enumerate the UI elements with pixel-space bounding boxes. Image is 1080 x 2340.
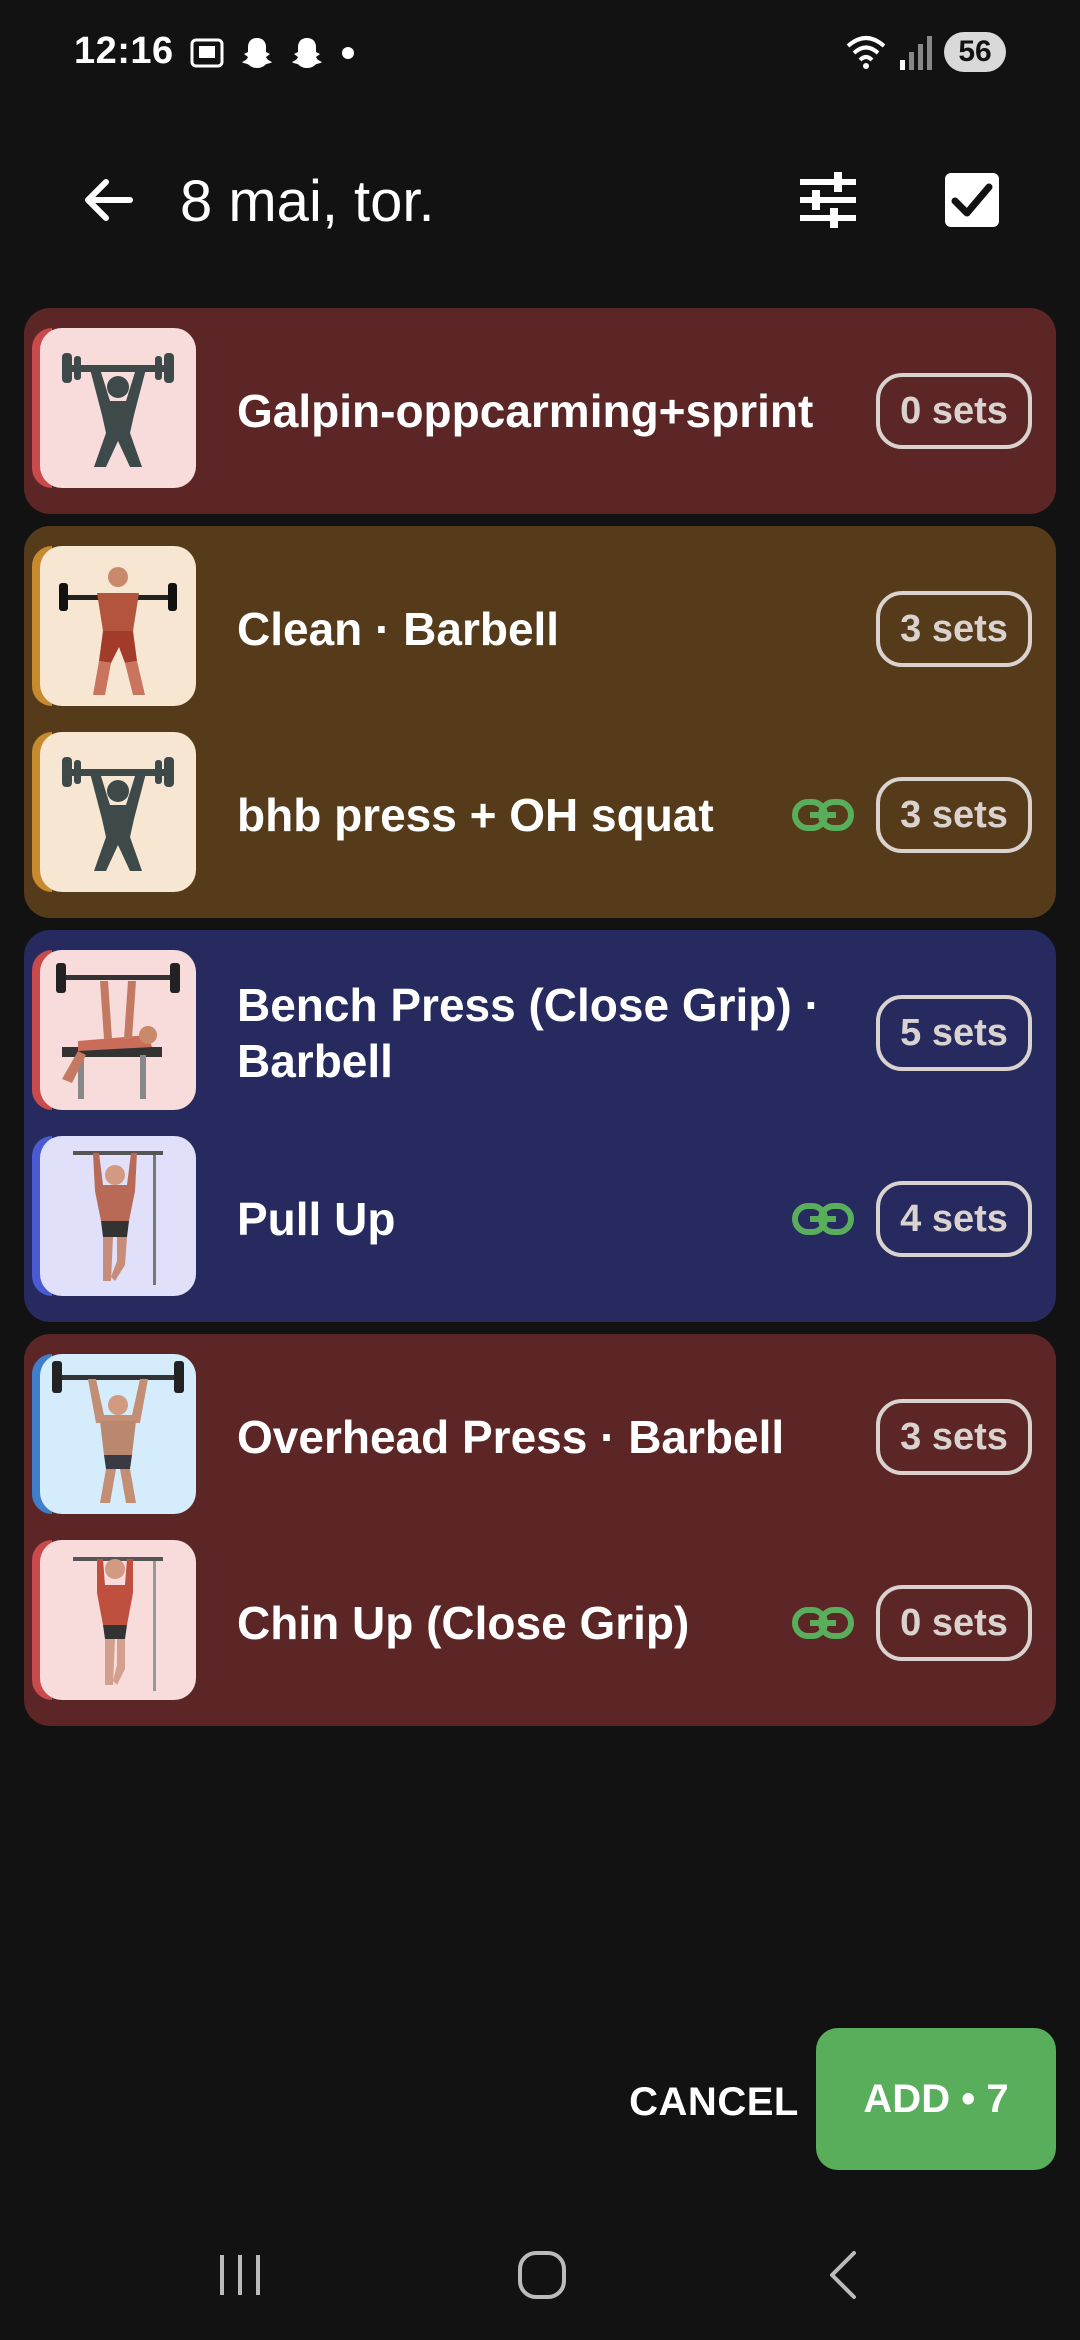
exercise-name: Chin Up (Close Grip) [237, 1597, 690, 1649]
pull-up-figure [40, 1136, 196, 1296]
filter-button[interactable] [790, 162, 866, 238]
recent-apps-icon [220, 2255, 260, 2295]
status-time: 12:16 [74, 30, 174, 72]
home-button[interactable] [502, 2240, 582, 2310]
exercise-row[interactable]: Clean · Barbell 3 sets [24, 536, 1056, 722]
sets-badge[interactable]: 5 sets [876, 995, 1032, 1071]
superset-group: Galpin-oppcarming+sprint 0 sets [24, 308, 1056, 514]
nav-back-button[interactable] [806, 2240, 886, 2310]
home-icon [518, 2251, 566, 2299]
exercise-name: Galpin-oppcarming+sprint [237, 385, 814, 437]
generic-lifter-icon [40, 732, 196, 892]
generic-lifter-icon [40, 328, 196, 488]
chin-up-figure [40, 1540, 196, 1700]
dot-icon [342, 47, 354, 59]
notification-icons [188, 34, 358, 72]
checkbox-checked-icon [945, 173, 999, 227]
clean-barbell-figure [40, 546, 196, 706]
bench-press-figure [40, 950, 196, 1110]
screenshot-icon [190, 38, 224, 68]
link-icon [792, 799, 854, 831]
system-icons: 56 [844, 32, 1006, 72]
exercise-row[interactable]: Chin Up (Close Grip) 0 sets [24, 1530, 1056, 1716]
filter-sliders-icon [800, 172, 856, 228]
exercise-row[interactable]: Galpin-oppcarming+sprint 0 sets [24, 318, 1056, 504]
cancel-button[interactable]: CANCEL [628, 2072, 800, 2132]
exercise-groups: Galpin-oppcarming+sprint 0 sets Clean · … [24, 308, 1056, 1738]
overhead-press-figure [40, 1354, 196, 1514]
select-all-checkbox[interactable] [934, 162, 1010, 238]
top-app-bar: 8 mai, tor. [0, 140, 1080, 260]
exercise-name: bhb press + OH squat [237, 789, 714, 841]
exercise-name: Overhead Press · Barbell [237, 1411, 785, 1463]
superset-group: Bench Press (Close Grip) · Barbell 5 set… [24, 930, 1056, 1322]
sets-badge[interactable]: 3 sets [876, 1399, 1032, 1475]
back-arrow-icon [85, 179, 133, 221]
sets-badge[interactable]: 3 sets [876, 591, 1032, 667]
wifi-icon [846, 36, 886, 69]
page-title: 8 mai, tor. [180, 169, 435, 234]
exercise-row[interactable]: Bench Press (Close Grip) · Barbell 5 set… [24, 940, 1056, 1126]
snapchat-icon [292, 38, 322, 68]
exercise-name: Bench Press (Close Grip) · Barbell [237, 979, 820, 1087]
exercise-name: Pull Up [237, 1193, 396, 1245]
superset-group: Clean · Barbell 3 sets bhb press + OH sq… [24, 526, 1056, 918]
back-button[interactable] [70, 162, 146, 238]
sets-badge[interactable]: 4 sets [876, 1181, 1032, 1257]
recent-apps-button[interactable] [200, 2240, 280, 2310]
sets-badge[interactable]: 0 sets [876, 373, 1032, 449]
exercise-row[interactable]: bhb press + OH squat 3 sets [24, 722, 1056, 908]
snapchat-icon [242, 38, 272, 68]
link-icon [792, 1203, 854, 1235]
sets-badge[interactable]: 0 sets [876, 1585, 1032, 1661]
battery-indicator: 56 [944, 32, 1006, 72]
sets-badge[interactable]: 3 sets [876, 777, 1032, 853]
exercise-row[interactable]: Pull Up 4 sets [24, 1126, 1056, 1312]
exercise-row[interactable]: Overhead Press · Barbell 3 sets [24, 1344, 1056, 1530]
exercise-name: Clean · Barbell [237, 603, 560, 655]
add-button[interactable]: ADD • 7 [816, 2028, 1056, 2170]
link-icon [792, 1607, 854, 1639]
superset-group: Overhead Press · Barbell 3 sets Chin Up … [24, 1334, 1056, 1726]
workout-select-screen: 12:16 56 8 mai, tor. Galpin-oppcarming+s… [0, 0, 1080, 2340]
signal-icon [900, 36, 932, 70]
system-nav-bar [0, 2210, 1080, 2340]
back-icon [830, 2251, 856, 2299]
status-bar: 12:16 56 [0, 0, 1080, 110]
